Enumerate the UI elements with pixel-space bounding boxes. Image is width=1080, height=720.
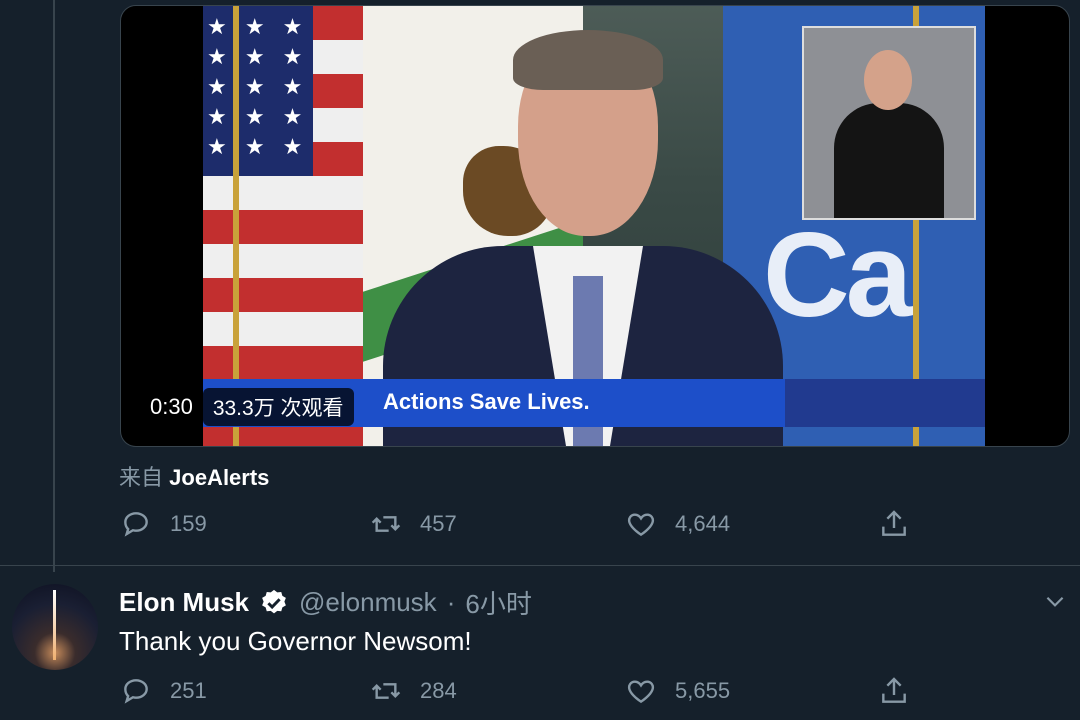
tweet-timestamp[interactable]: 6小时 bbox=[465, 584, 531, 621]
retweet-count: 284 bbox=[420, 678, 457, 703]
retweet-count: 457 bbox=[420, 511, 457, 536]
like-button[interactable]: 4,644 bbox=[625, 508, 730, 540]
like-button[interactable]: 5,655 bbox=[625, 675, 730, 707]
like-count: 5,655 bbox=[675, 678, 731, 703]
sign-language-interpreter bbox=[802, 26, 976, 220]
video-player[interactable]: ★ ★ ★ ★ ★ ★ ★ ★ ★ ★ ★ ★ ★ ★ ★ Ca Actions Sav… bbox=[120, 5, 1070, 447]
lower-third-caption: Actions Save Lives. bbox=[383, 389, 590, 414]
video-info-badge: 0:30 33.3万 次观看 bbox=[132, 388, 354, 426]
avatar[interactable] bbox=[12, 584, 98, 670]
retweet-icon bbox=[371, 516, 401, 532]
chevron-down-icon[interactable] bbox=[1042, 588, 1068, 614]
share-button[interactable] bbox=[878, 675, 910, 707]
dot-separator: · bbox=[446, 587, 456, 617]
tweet-divider bbox=[0, 565, 1080, 566]
tweet-actions: 159 457 4,644 bbox=[120, 508, 1020, 548]
reply-count: 159 bbox=[170, 511, 207, 536]
source-account-link[interactable]: JoeAlerts bbox=[169, 465, 269, 490]
share-icon bbox=[882, 677, 906, 703]
reply-icon bbox=[124, 512, 148, 537]
tweet-text: Thank you Governor Newsom! bbox=[119, 626, 472, 656]
share-button[interactable] bbox=[878, 508, 910, 540]
share-icon bbox=[882, 510, 906, 536]
reply-count: 251 bbox=[170, 678, 207, 703]
video-duration: 0:30 bbox=[150, 394, 193, 419]
retweet-button[interactable]: 457 bbox=[370, 508, 457, 540]
retweet-icon bbox=[371, 683, 401, 699]
reply-icon bbox=[124, 679, 148, 704]
tweet-header: Elon Musk @elonmusk · 6小时 bbox=[119, 584, 532, 621]
video-frame: ★ ★ ★ ★ ★ ★ ★ ★ ★ ★ ★ ★ ★ ★ ★ Ca Actions Sav… bbox=[203, 6, 985, 446]
reply-button[interactable]: 251 bbox=[120, 675, 207, 707]
thread-connector-line bbox=[53, 0, 55, 572]
author-handle[interactable]: @elonmusk bbox=[299, 587, 437, 618]
like-count: 4,644 bbox=[675, 511, 731, 536]
retweet-button[interactable]: 284 bbox=[370, 675, 457, 707]
reply-button[interactable]: 159 bbox=[120, 508, 207, 540]
flag-lettering: Ca bbox=[763, 208, 912, 342]
author-name[interactable]: Elon Musk bbox=[119, 587, 249, 618]
reply-tweet-actions: 251 284 5,655 bbox=[120, 675, 1020, 715]
video-view-count: 33.3万 次观看 bbox=[202, 388, 354, 426]
verified-badge-icon bbox=[259, 588, 289, 618]
source-prefix: 来自 bbox=[119, 465, 164, 490]
heart-icon bbox=[627, 513, 655, 537]
video-source: 来自 JoeAlerts bbox=[119, 460, 269, 492]
heart-icon bbox=[627, 680, 655, 704]
